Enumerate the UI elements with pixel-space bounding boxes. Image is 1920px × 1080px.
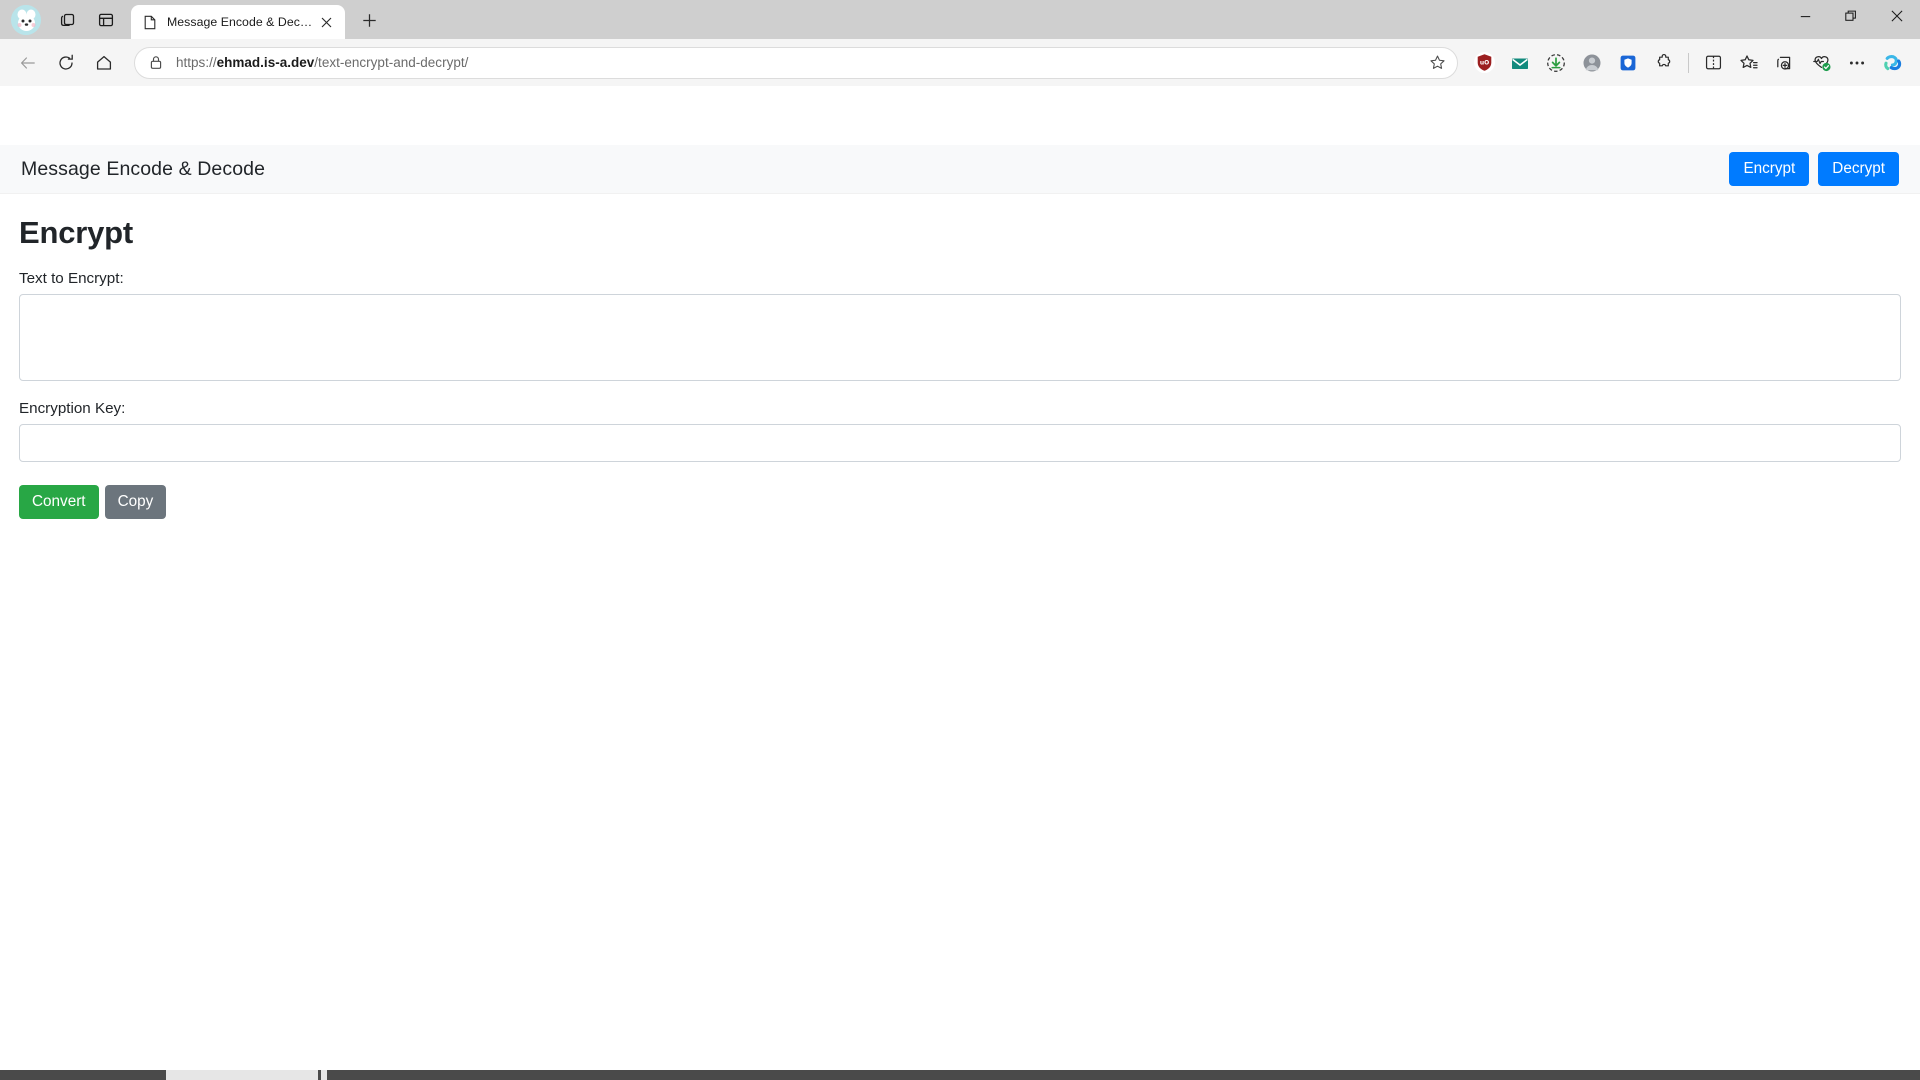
window-close-icon[interactable] xyxy=(1874,0,1920,32)
navbar-actions: Encrypt Decrypt xyxy=(1729,152,1899,186)
text-to-encrypt-label: Text to Encrypt: xyxy=(19,270,1901,287)
favorites-star-icon[interactable] xyxy=(1732,47,1766,79)
page-top-spacer xyxy=(0,86,1920,145)
password-shield-icon[interactable] xyxy=(1611,47,1645,79)
page-title: Message Encode & Decode xyxy=(21,158,265,181)
mail-icon[interactable] xyxy=(1503,47,1537,79)
extensions-puzzle-icon[interactable] xyxy=(1647,47,1681,79)
document-icon xyxy=(142,14,158,30)
main-content: Encrypt Text to Encrypt: Encryption Key:… xyxy=(0,215,1920,519)
taskbar-item[interactable] xyxy=(321,1070,327,1080)
svg-text:uO: uO xyxy=(1479,59,1488,66)
new-tab-button[interactable] xyxy=(353,5,385,35)
browser-window: Message Encode & Decode xyxy=(0,0,1920,1080)
text-to-encrypt-input[interactable] xyxy=(19,294,1901,381)
url-host: ehmad.is-a.dev xyxy=(217,55,315,70)
decrypt-button[interactable]: Decrypt xyxy=(1818,152,1899,186)
restore-icon[interactable] xyxy=(1828,0,1874,32)
split-screen-icon[interactable] xyxy=(1696,47,1730,79)
refresh-icon[interactable] xyxy=(50,47,82,79)
encrypt-button[interactable]: Encrypt xyxy=(1729,152,1809,186)
tab-copilot-icon[interactable] xyxy=(51,5,85,35)
back-arrow-icon[interactable] xyxy=(12,47,44,79)
copilot-icon[interactable] xyxy=(1876,47,1910,79)
toolbar-divider xyxy=(1688,53,1689,73)
section-heading: Encrypt xyxy=(19,215,1901,251)
url-scheme: https:// xyxy=(176,55,217,70)
site-info-lock-icon[interactable] xyxy=(147,54,165,72)
profile-avatar-icon[interactable] xyxy=(11,5,41,35)
ublock-origin-icon[interactable]: uO xyxy=(1467,47,1501,79)
minimize-icon[interactable] xyxy=(1782,0,1828,32)
encryption-key-input[interactable] xyxy=(19,424,1901,462)
tab-strip: Message Encode & Decode xyxy=(0,0,1920,39)
settings-more-icon[interactable] xyxy=(1840,47,1874,79)
taskbar-active-item[interactable] xyxy=(166,1070,318,1080)
home-icon[interactable] xyxy=(88,47,120,79)
address-bar-url: https://ehmad.is-a.dev/text-encrypt-and-… xyxy=(176,55,1423,70)
star-outline-icon[interactable] xyxy=(1423,49,1451,77)
collections-icon[interactable] xyxy=(1768,47,1802,79)
split-pane-icon[interactable] xyxy=(89,5,123,35)
user-avatar-icon[interactable] xyxy=(1575,47,1609,79)
url-path: /text-encrypt-and-decrypt/ xyxy=(314,55,468,70)
os-taskbar xyxy=(0,1070,1920,1080)
browser-tab-active[interactable]: Message Encode & Decode xyxy=(131,5,345,39)
encryption-key-label: Encryption Key: xyxy=(19,400,1901,417)
window-controls xyxy=(1782,0,1920,39)
app-navbar: Message Encode & Decode Encrypt Decrypt xyxy=(0,145,1920,194)
page-viewport: Message Encode & Decode Encrypt Decrypt … xyxy=(0,86,1920,1080)
browser-toolbar: https://ehmad.is-a.dev/text-encrypt-and-… xyxy=(0,39,1920,86)
address-bar[interactable]: https://ehmad.is-a.dev/text-encrypt-and-… xyxy=(134,47,1458,79)
close-icon[interactable] xyxy=(315,11,337,33)
action-button-row: Convert Copy xyxy=(19,485,1901,519)
copy-button[interactable]: Copy xyxy=(105,485,167,519)
tab-title: Message Encode & Decode xyxy=(167,15,315,29)
download-icon[interactable] xyxy=(1539,47,1573,79)
browser-essentials-icon[interactable] xyxy=(1804,47,1838,79)
convert-button[interactable]: Convert xyxy=(19,485,99,519)
